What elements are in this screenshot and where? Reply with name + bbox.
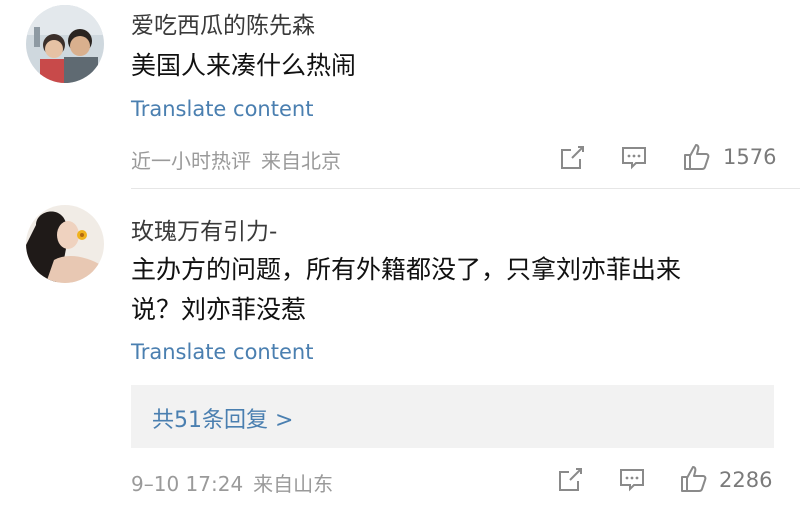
comment-icon[interactable]: [620, 144, 648, 172]
comment-meta: 近一小时热评 来自北京: [131, 145, 341, 174]
share-icon[interactable]: [556, 466, 584, 494]
comment-text-line: 主办方的问题，所有外籍都没了，只拿刘亦菲出来: [131, 255, 682, 284]
comment-text: 主办方的问题，所有外籍都没了，只拿刘亦菲出来 说？刘亦菲没惹: [131, 250, 781, 330]
avatar-image: [26, 205, 104, 283]
comment-text: 美国人来凑什么热闹: [131, 51, 357, 80]
comment-location: 来自山东: [253, 472, 334, 496]
view-replies-button[interactable]: 共51条回复 >: [131, 385, 774, 448]
translate-link[interactable]: Translate content: [131, 340, 313, 364]
avatar[interactable]: [26, 5, 104, 83]
username[interactable]: 玫瑰万有引力-: [131, 212, 277, 246]
comment-text-line: 说？刘亦菲没惹: [131, 295, 307, 324]
like-count: 1576: [723, 145, 777, 169]
translate-link[interactable]: Translate content: [131, 97, 313, 121]
username[interactable]: 爱吃西瓜的陈先森: [131, 6, 315, 40]
replies-label: 共51条回复 >: [152, 408, 294, 433]
thumbs-up-icon[interactable]: [679, 464, 709, 494]
avatar[interactable]: [26, 205, 104, 283]
comment-location: 来自北京: [261, 149, 341, 173]
thumbs-up-icon[interactable]: [682, 142, 712, 172]
comment-item: 玫瑰万有引力- 主办方的问题，所有外籍都没了，只拿刘亦菲出来 说？刘亦菲没惹 T…: [0, 189, 800, 509]
share-icon[interactable]: [558, 144, 586, 172]
comment-time: 近一小时热评: [131, 149, 251, 173]
avatar-image: [26, 5, 104, 83]
comment-time: 9–10 17:24: [131, 472, 244, 496]
like-count: 2286: [719, 468, 773, 492]
comment-icon[interactable]: [618, 466, 646, 494]
comment-item: 爱吃西瓜的陈先森 美国人来凑什么热闹 Translate content 近一小…: [0, 0, 800, 188]
comment-meta: 9–10 17:24 来自山东: [131, 468, 333, 497]
